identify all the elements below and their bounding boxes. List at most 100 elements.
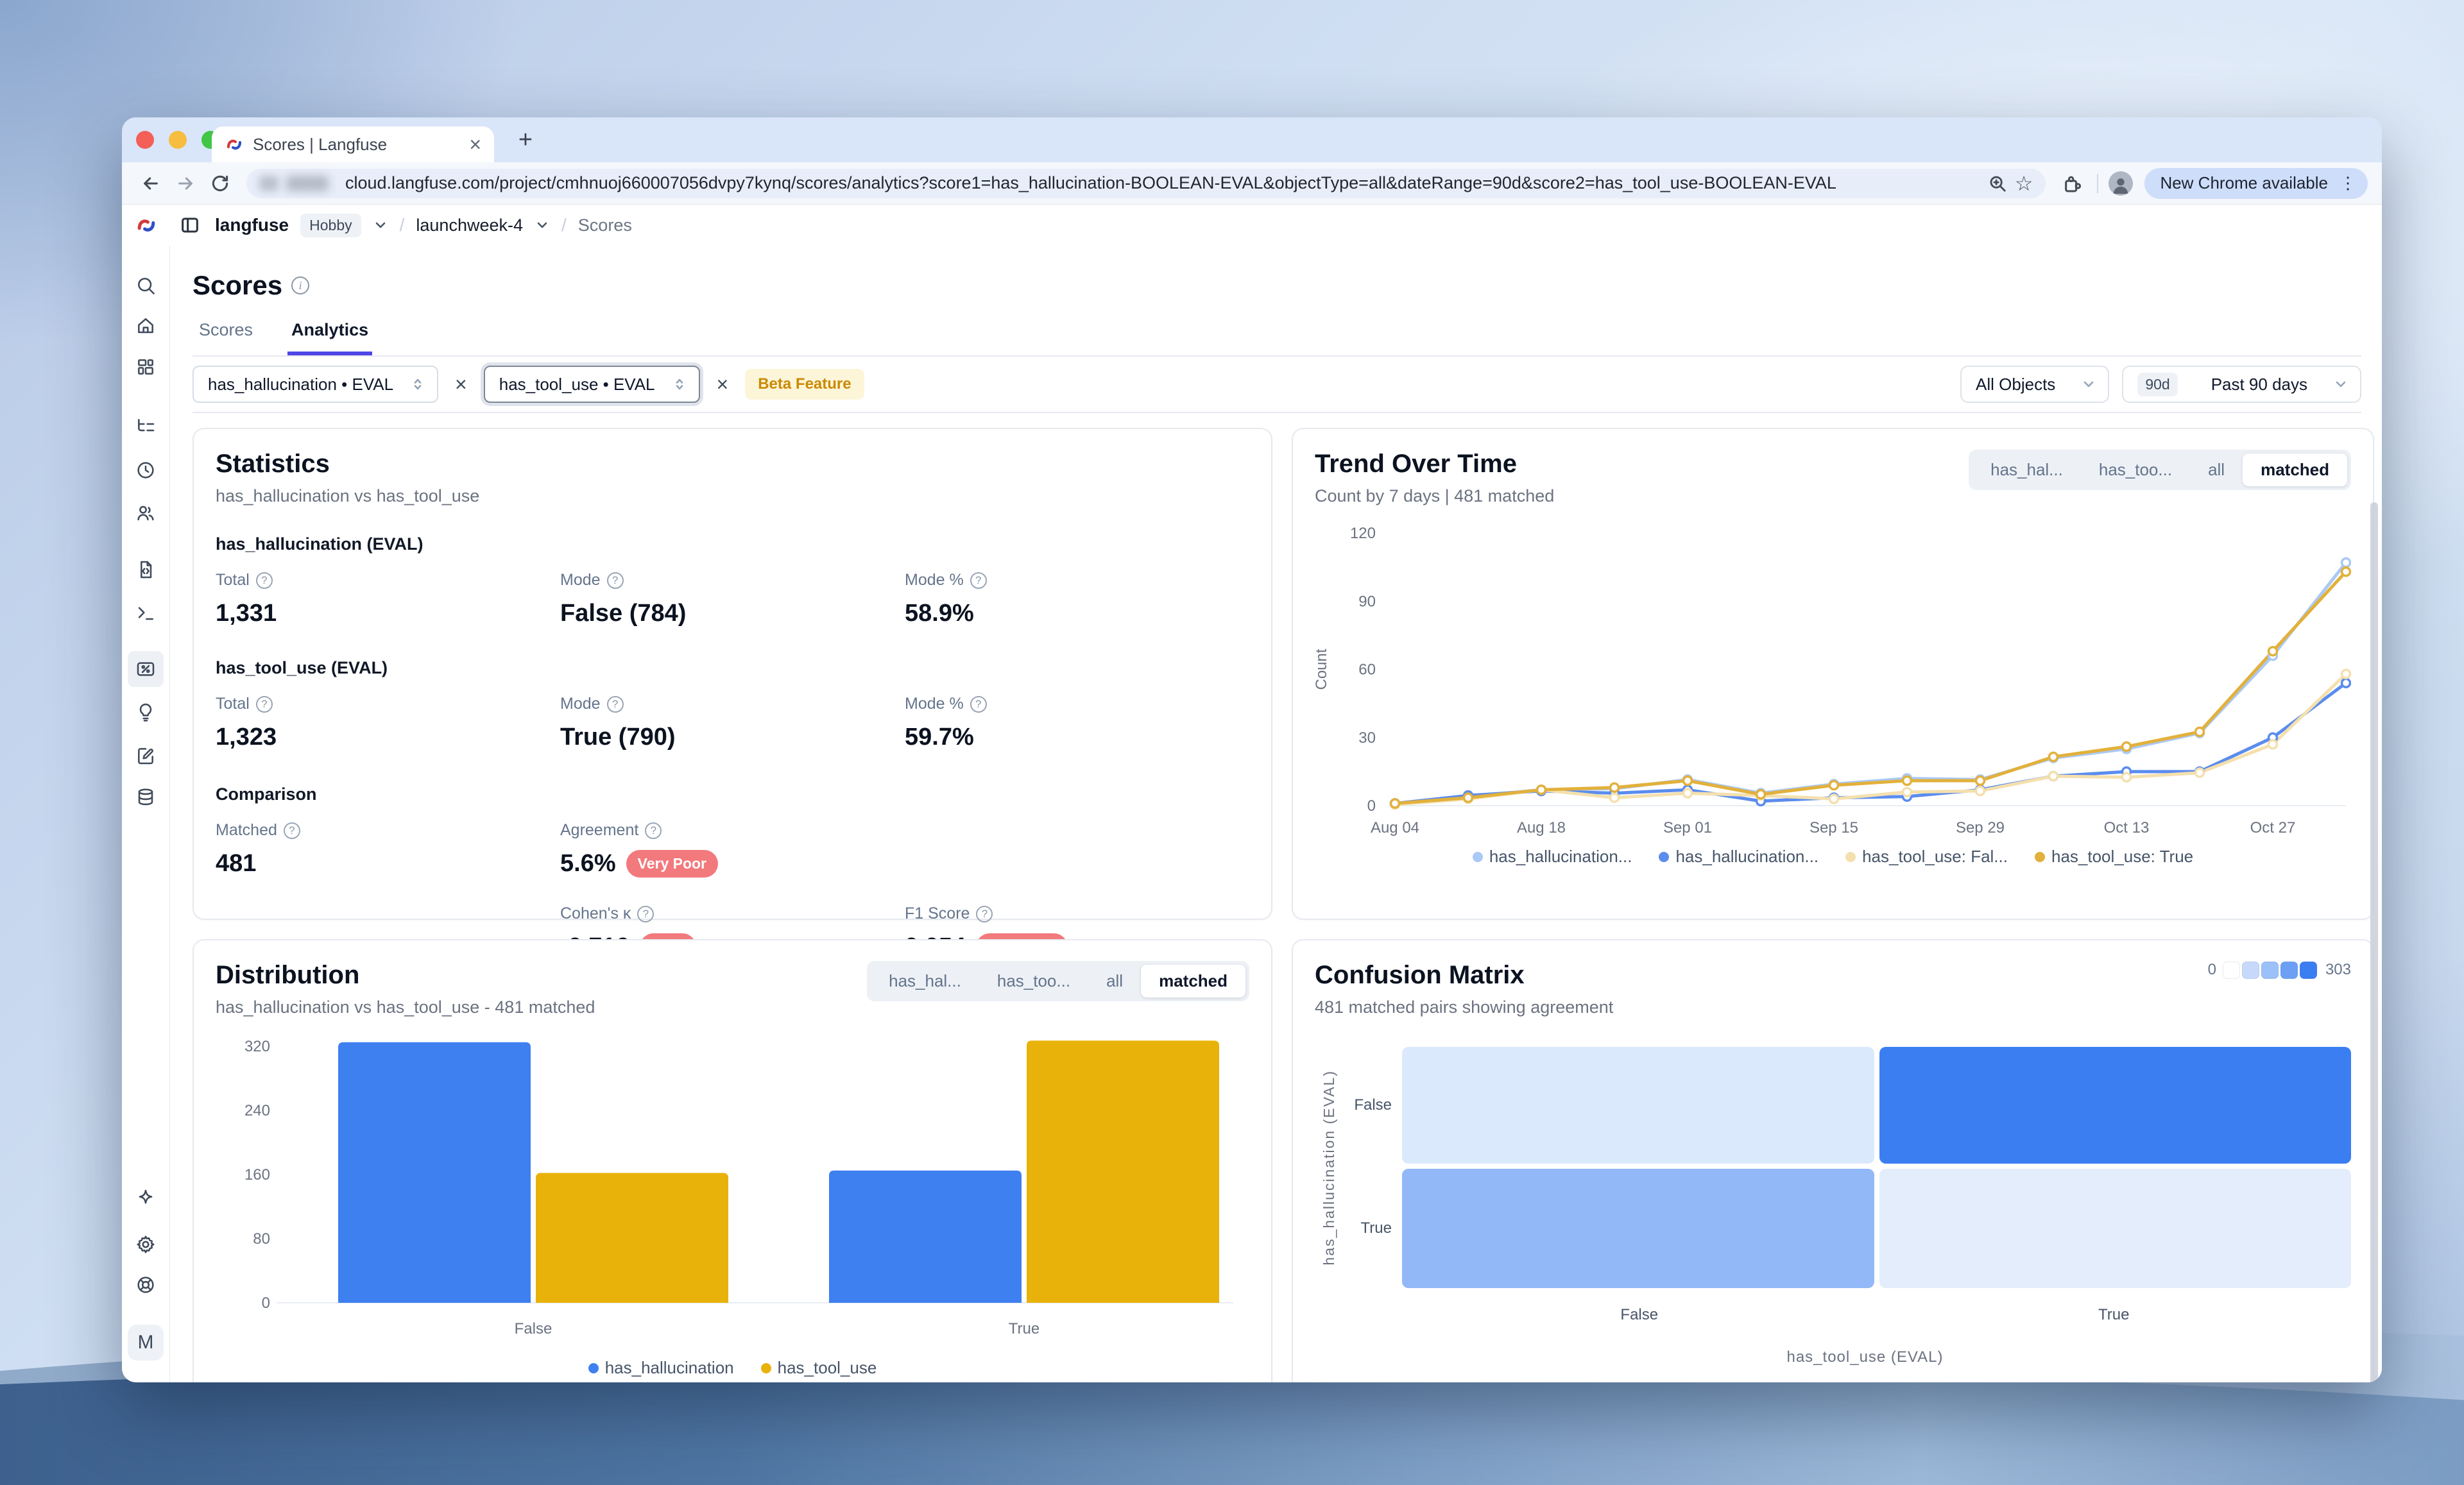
metric-total: Total? 1,323 (216, 695, 560, 751)
comparison-name: Comparison (216, 785, 1249, 804)
url-text[interactable]: cloud.langfuse.com/project/cmhnuoj660007… (345, 173, 1836, 193)
svg-text:Oct 13: Oct 13 (2104, 819, 2150, 836)
distribution-tab-matched[interactable]: matched (1141, 965, 1245, 997)
trend-tab-score2[interactable]: has_too... (2081, 454, 2190, 486)
new-tab-button[interactable]: + (512, 126, 539, 153)
help-icon[interactable]: ? (970, 572, 987, 589)
sidebar-dashboards-icon[interactable] (132, 353, 160, 381)
sidebar-evals-icon[interactable] (132, 698, 160, 726)
chevron-down-icon (2333, 377, 2348, 392)
extensions-puzzle-icon[interactable] (2057, 169, 2087, 198)
sidebar-settings-gear-icon[interactable] (132, 1230, 160, 1259)
tab-analytics[interactable]: Analytics (287, 320, 372, 355)
legend-dot (1659, 852, 1669, 862)
sidebar-sessions-icon[interactable] (132, 456, 160, 484)
scale-swatch (2300, 962, 2317, 979)
trend-tab-matched[interactable]: matched (2243, 454, 2347, 486)
org-chevron-down-icon[interactable] (373, 217, 388, 233)
back-button[interactable] (136, 169, 166, 198)
trend-tab-score1[interactable]: has_hal... (1972, 454, 2081, 486)
help-icon[interactable]: ? (607, 696, 624, 713)
help-icon[interactable]: ? (976, 906, 993, 922)
new-chrome-available-button[interactable]: New Chrome available ⋮ (2144, 168, 2368, 199)
scale-swatch (2223, 962, 2240, 979)
help-icon[interactable]: ? (256, 572, 273, 589)
confusion-cell-True-True (1879, 1169, 2352, 1288)
help-icon[interactable]: ? (970, 696, 987, 713)
remove-score2-button[interactable]: × (713, 373, 733, 396)
project-name[interactable]: launchweek-4 (416, 216, 523, 235)
sidebar-annotation-icon[interactable] (132, 742, 160, 770)
sidebar-playground-icon[interactable] (132, 598, 160, 627)
distribution-title: Distribution (216, 961, 595, 990)
distribution-tab-score2[interactable]: has_too... (979, 965, 1088, 997)
sidebar-ask-ai-icon[interactable] (132, 1184, 160, 1212)
help-icon[interactable]: ? (284, 822, 300, 839)
legend-item: has_tool_use: Fal... (1845, 847, 2008, 867)
help-icon[interactable]: ? (645, 822, 662, 839)
object-type-select[interactable]: All Objects (1960, 366, 2109, 403)
sidebar-datasets-icon[interactable] (132, 783, 160, 811)
info-icon[interactable]: i (291, 276, 309, 294)
distribution-tab-score1[interactable]: has_hal... (871, 965, 979, 997)
help-icon[interactable]: ? (256, 696, 273, 713)
confusion-title: Confusion Matrix (1315, 961, 1613, 990)
trend-subtitle: Count by 7 days | 481 matched (1315, 486, 1554, 506)
browser-tab[interactable]: Scores | Langfuse × (212, 126, 494, 162)
sidebar-support-icon[interactable] (132, 1271, 160, 1299)
updown-caret-icon (672, 377, 687, 392)
site-permission-icon[interactable] (259, 176, 278, 191)
browser-profile-avatar[interactable] (2109, 171, 2133, 196)
main-content: Scores i Scores Analytics has_hallucinat… (170, 246, 2382, 1382)
icon-sidebar: M (122, 246, 170, 1382)
tab-close-icon[interactable]: × (469, 134, 481, 155)
help-icon[interactable]: ? (607, 572, 624, 589)
scale-swatches (2223, 962, 2319, 979)
agreement-badge: Very Poor (626, 850, 718, 878)
minimize-window-button[interactable] (169, 131, 187, 149)
sidebar-scores-icon-active[interactable] (128, 651, 164, 687)
bookmark-star-icon[interactable]: ☆ (2015, 171, 2033, 196)
sidebar-toggle-icon[interactable] (175, 210, 205, 240)
page-title: Scores (193, 270, 282, 301)
legend-item: has_hallucination (588, 1358, 734, 1378)
svg-text:Sep 29: Sep 29 (1956, 819, 2005, 836)
sidebar-tracing-icon[interactable] (132, 412, 160, 441)
trend-card: Trend Over Time Count by 7 days | 481 ma… (1292, 428, 2374, 920)
scale-swatch (2261, 962, 2279, 979)
page-tabs: Scores Analytics (193, 320, 2361, 357)
trend-tab-all[interactable]: all (2190, 454, 2243, 486)
beta-feature-badge: Beta Feature (745, 369, 864, 400)
metric-mode-pct: Mode %? 59.7% (905, 695, 1249, 751)
statistics-subtitle: has_hallucination vs has_tool_use (216, 486, 1249, 506)
distribution-subtitle: has_hallucination vs has_tool_use - 481 … (216, 997, 595, 1017)
forward-button[interactable] (171, 169, 200, 198)
reload-button[interactable] (205, 169, 235, 198)
scale-swatch (2280, 962, 2298, 979)
remove-score1-button[interactable]: × (451, 373, 471, 396)
date-range-select[interactable]: 90d Past 90 days (2122, 366, 2361, 403)
svg-text:90: 90 (1358, 593, 1376, 610)
score1-select[interactable]: has_hallucination • EVAL (193, 366, 438, 403)
project-chevron-down-icon[interactable] (535, 217, 550, 233)
legend-item: has_hallucination... (1659, 847, 1818, 867)
user-avatar[interactable]: M (128, 1325, 164, 1361)
sidebar-search-icon[interactable] (132, 271, 160, 300)
browser-menu-kebab-icon[interactable]: ⋮ (2334, 173, 2361, 193)
legend-dot (1845, 852, 1856, 862)
distribution-view-tabs: has_hal... has_too... all matched (867, 961, 1249, 1001)
address-bar[interactable]: cloud.langfuse.com/project/cmhnuoj660007… (246, 169, 2046, 198)
sidebar-prompts-icon[interactable] (132, 556, 160, 584)
zoom-page-icon[interactable] (1988, 174, 2007, 193)
distribution-tab-all[interactable]: all (1088, 965, 1141, 997)
page-scrollbar-thumb[interactable] (2370, 502, 2378, 1382)
metric-mode: Mode? True (790) (560, 695, 905, 751)
close-window-button[interactable] (136, 131, 154, 149)
help-icon[interactable]: ? (637, 906, 654, 922)
langfuse-logo[interactable] (122, 214, 170, 237)
tab-scores[interactable]: Scores (195, 320, 257, 355)
score2-select[interactable]: has_tool_use • EVAL (484, 366, 700, 403)
sidebar-home-icon[interactable] (132, 312, 160, 340)
sidebar-users-icon[interactable] (132, 499, 160, 527)
org-name[interactable]: langfuse (215, 215, 289, 235)
